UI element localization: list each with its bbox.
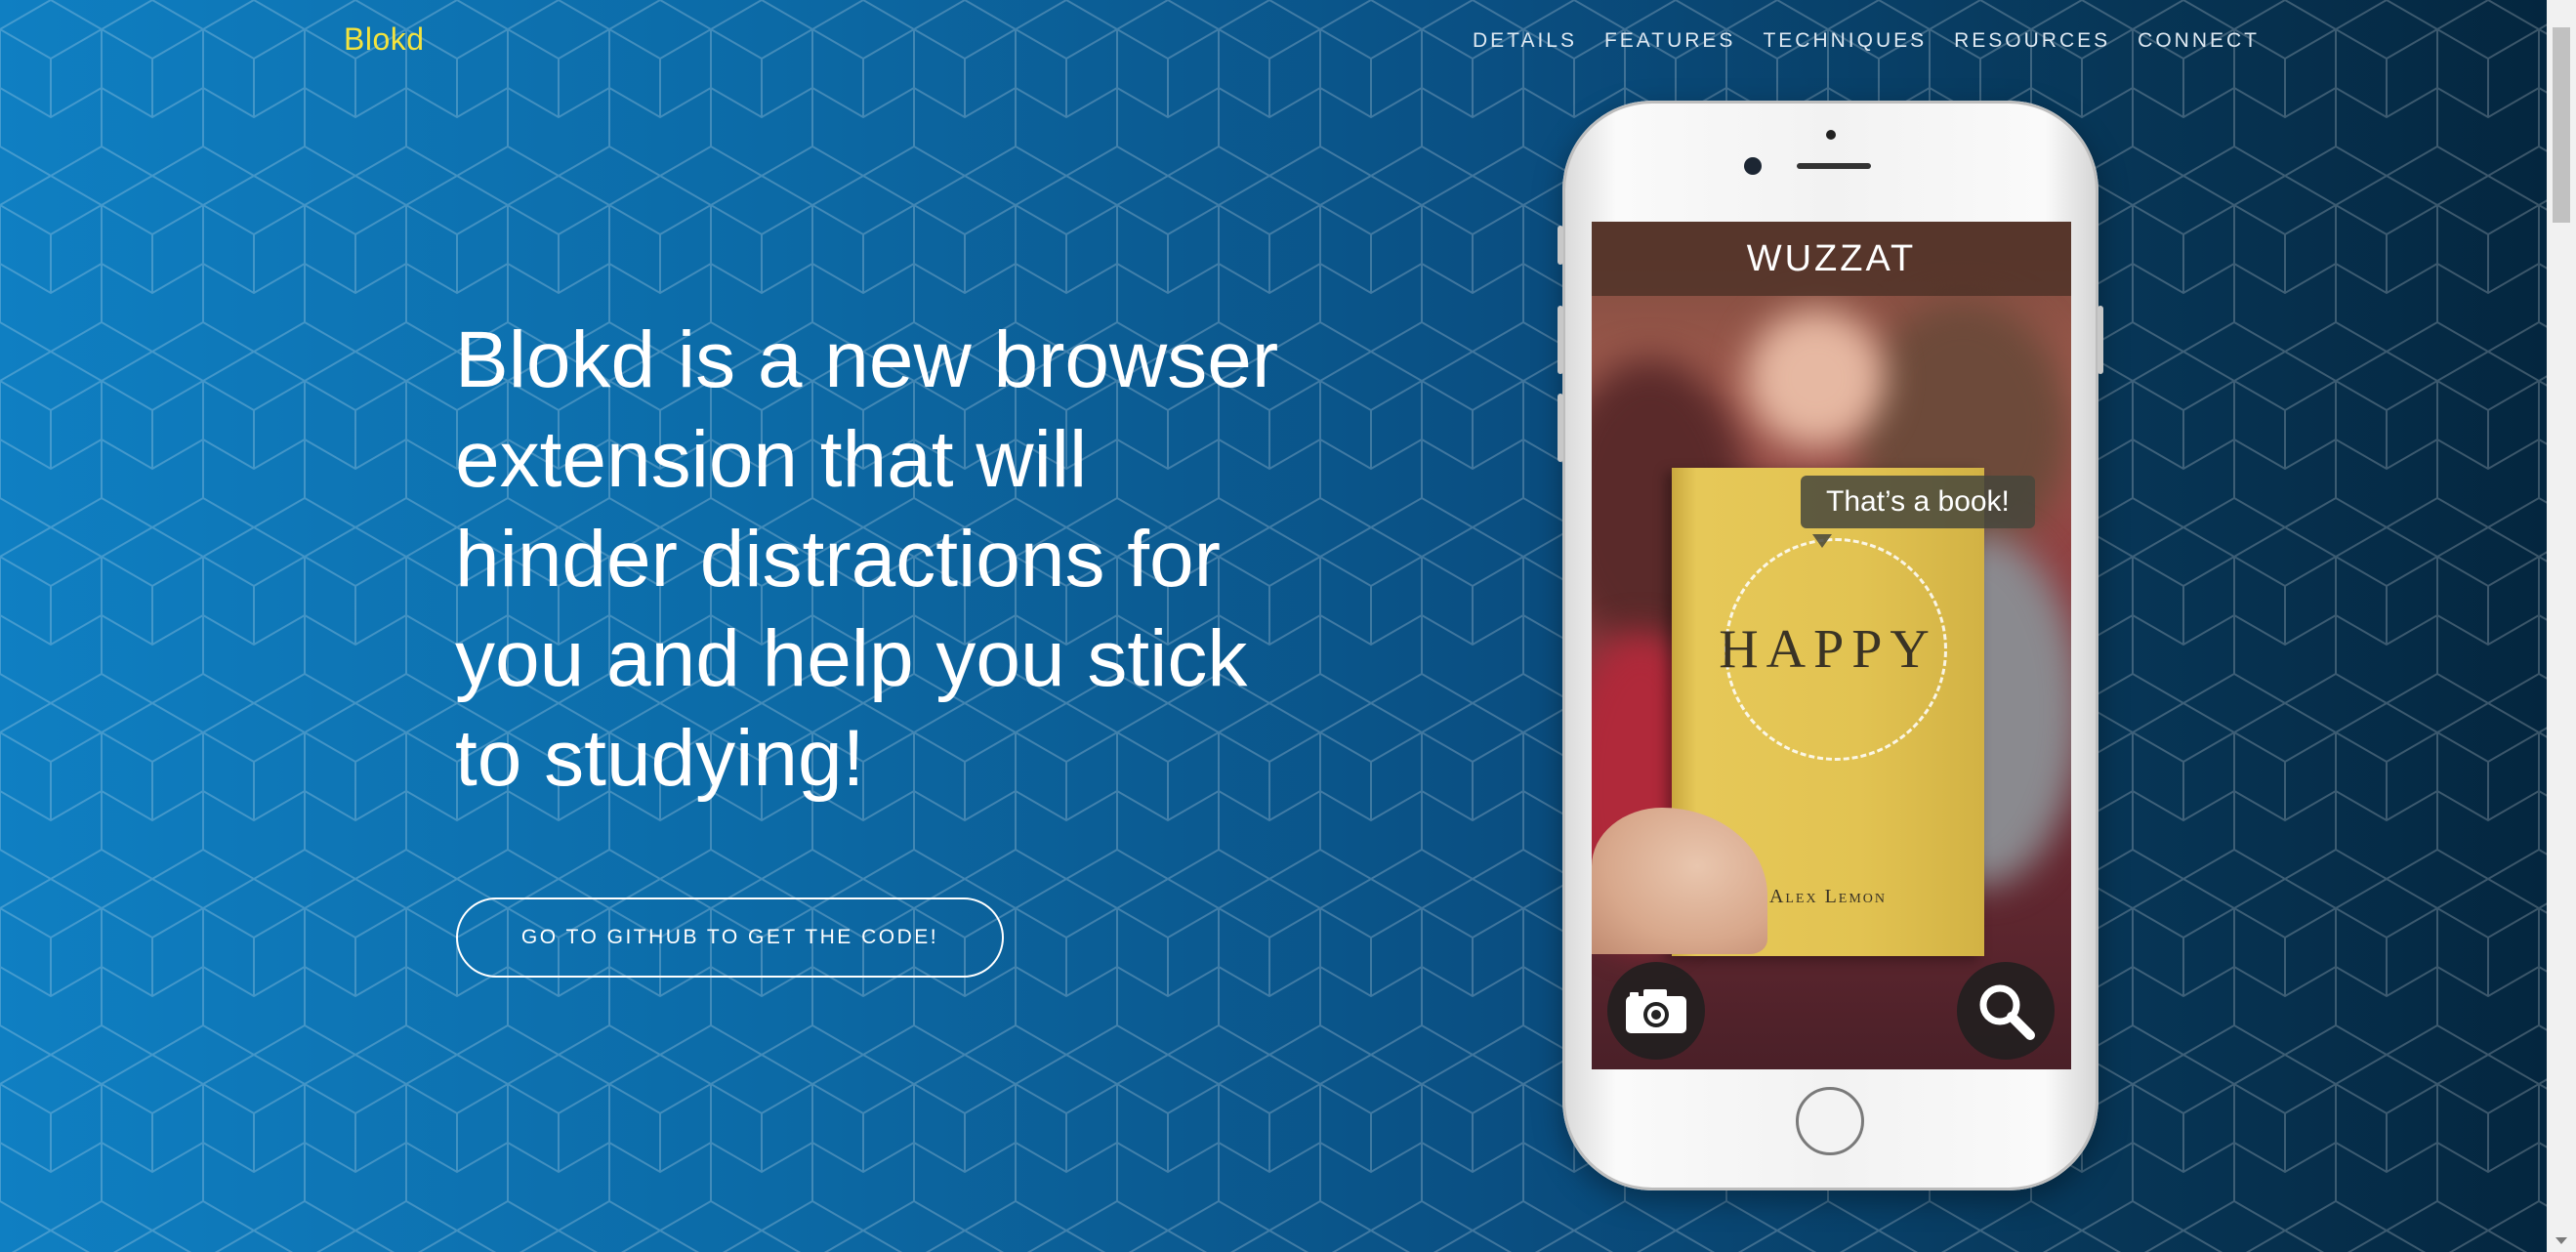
app-title-bar: WUZZAT: [1592, 222, 2071, 296]
phone-volume-down: [1558, 394, 1563, 462]
phone-sensor: [1826, 130, 1836, 140]
phone-mockup: WUZZAT HAPPY Alex Lemon That’s a book!: [1558, 101, 2103, 1190]
phone-home-button: [1796, 1087, 1864, 1155]
phone-screen: WUZZAT HAPPY Alex Lemon That’s a book!: [1592, 222, 2071, 1069]
app-title: WUZZAT: [1746, 237, 1917, 279]
hero-heading-line: you and help you stick: [455, 614, 1248, 703]
magnifier-icon: [1979, 984, 2035, 1040]
hero-heading-line: Blokd is a new browser: [455, 315, 1279, 404]
github-cta-button[interactable]: GO TO GITHUB TO GET THE CODE!: [456, 897, 1004, 978]
book-title: HAPPY: [1719, 619, 1937, 680]
main-nav: DETAILS FEATURES TECHNIQUES RESOURCES CO…: [1473, 29, 2260, 53]
hero-heading-line: extension that will: [455, 415, 1088, 504]
phone-power-button: [2098, 306, 2103, 374]
hero-heading: Blokd is a new browser extension that wi…: [455, 311, 1314, 809]
nav-item-connect[interactable]: CONNECT: [2138, 29, 2260, 53]
nav-item-features[interactable]: FEATURES: [1604, 29, 1735, 53]
nav-item-details[interactable]: DETAILS: [1473, 29, 1577, 53]
brand-logo-link[interactable]: Blokd: [344, 21, 425, 58]
nav-item-techniques[interactable]: TECHNIQUES: [1763, 29, 1927, 53]
scrollbar-thumb[interactable]: [2553, 27, 2570, 223]
camera-button[interactable]: [1607, 962, 1705, 1060]
search-button[interactable]: [1957, 962, 2055, 1060]
recognition-bubble: That’s a book!: [1801, 476, 2035, 528]
page-scrollbar[interactable]: [2547, 0, 2576, 1252]
nav-item-resources[interactable]: RESOURCES: [1954, 29, 2110, 53]
background-blur: [1748, 310, 1885, 446]
landing-page: Blokd DETAILS FEATURES TECHNIQUES RESOUR…: [0, 0, 2576, 1252]
scroll-down-arrow-icon[interactable]: [2555, 1237, 2567, 1244]
camera-icon: [1626, 989, 1686, 1033]
phone-speaker: [1797, 163, 1871, 169]
recognition-bubble-tail: [1812, 534, 1832, 548]
phone-front-camera: [1744, 157, 1762, 175]
phone-volume-up: [1558, 306, 1563, 374]
hero-heading-line: hinder distractions for: [455, 515, 1221, 604]
hero-heading-line: to studying!: [455, 714, 865, 803]
phone-mute-switch: [1558, 226, 1563, 265]
